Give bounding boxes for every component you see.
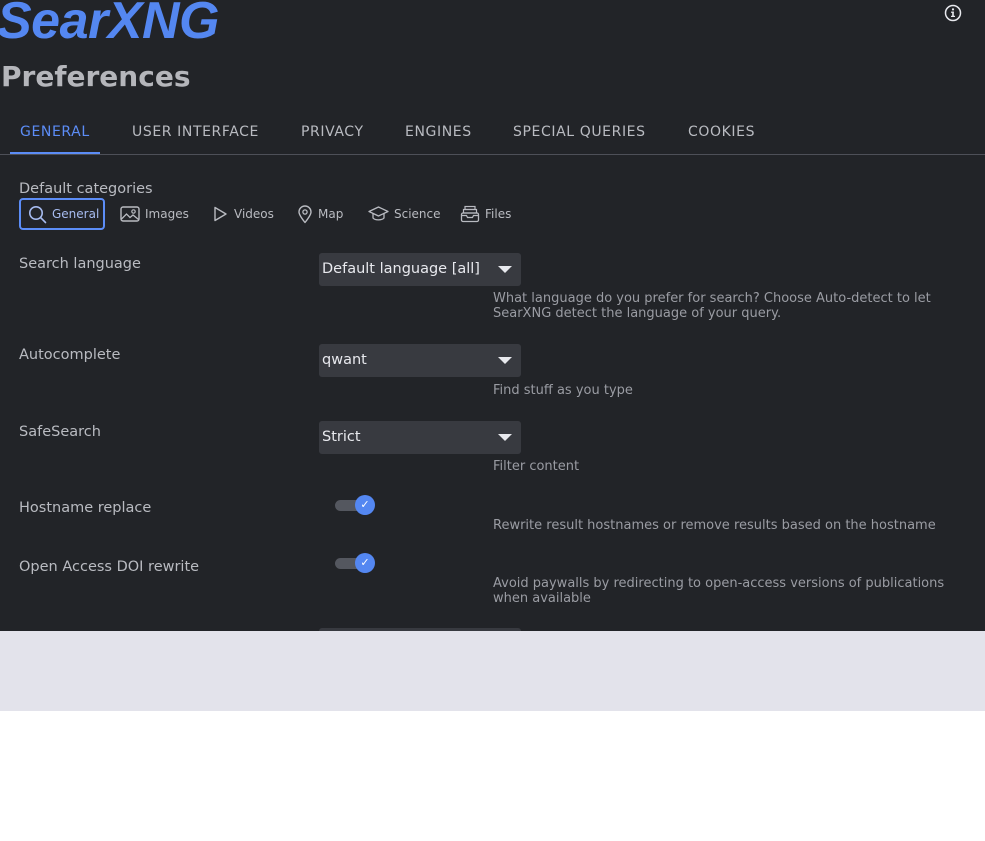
oa-doi-rewrite-toggle[interactable]: ✓ [335, 552, 377, 574]
page-footer-band [0, 631, 985, 711]
category-general[interactable]: General [19, 198, 105, 230]
preferences-tabs: GENERAL USER INTERFACE PRIVACY ENGINES S… [0, 116, 985, 155]
chevron-down-icon [498, 357, 512, 364]
search-language-value: Default language [all] [322, 261, 480, 277]
default-categories-label: Default categories [19, 181, 153, 197]
hostname-replace-description: Rewrite result hostnames or remove resul… [493, 518, 936, 533]
category-videos[interactable]: Videos [205, 198, 280, 230]
search-icon [29, 205, 47, 223]
hostname-replace-label: Hostname replace [19, 500, 152, 516]
map-pin-icon [298, 204, 312, 223]
autocomplete-label: Autocomplete [19, 347, 121, 363]
graduation-cap-icon [368, 206, 389, 221]
category-label: Map [318, 207, 344, 221]
category-label: Videos [234, 207, 274, 221]
autocomplete-description: Find stuff as you type [493, 383, 633, 398]
play-icon [214, 206, 227, 222]
category-map[interactable]: Map [291, 198, 349, 230]
search-language-select[interactable]: Default language [all] [319, 253, 521, 286]
page-title: Preferences [1, 60, 191, 93]
tab-general[interactable]: GENERAL [10, 116, 100, 154]
category-images[interactable]: Images [114, 198, 195, 230]
chevron-down-icon [498, 266, 512, 273]
checkmark-icon: ✓ [355, 495, 375, 515]
file-tray-icon [460, 205, 480, 223]
tab-privacy[interactable]: PRIVACY [291, 116, 374, 152]
oa-doi-rewrite-description: Avoid paywalls by redirecting to open-ac… [493, 576, 945, 606]
chevron-down-icon [498, 434, 512, 441]
category-files[interactable]: Files [454, 198, 517, 230]
preferences-app: SearXNG Preferences GENERAL USER INTERFA… [0, 0, 985, 631]
image-icon [120, 206, 140, 222]
tab-special-queries[interactable]: SPECIAL QUERIES [503, 116, 656, 152]
category-label: Files [485, 207, 512, 221]
tab-cookies[interactable]: COOKIES [678, 116, 765, 152]
autocomplete-value: qwant [322, 352, 367, 368]
safesearch-label: SafeSearch [19, 424, 101, 440]
search-language-description: What language do you prefer for search? … [493, 291, 931, 321]
info-icon[interactable] [944, 4, 962, 22]
safesearch-description: Filter content [493, 459, 580, 474]
autocomplete-select[interactable]: qwant [319, 344, 521, 377]
oa-doi-rewrite-label: Open Access DOI rewrite [19, 559, 200, 575]
tab-user-interface[interactable]: USER INTERFACE [122, 116, 269, 152]
search-language-label: Search language [19, 256, 141, 272]
category-science[interactable]: Science [362, 198, 447, 230]
category-label: Images [145, 207, 189, 221]
searxng-logo[interactable]: SearXNG [0, 0, 219, 51]
tab-engines[interactable]: ENGINES [395, 116, 482, 152]
safesearch-select[interactable]: Strict [319, 421, 521, 454]
category-label: General [52, 207, 100, 221]
checkmark-icon: ✓ [355, 553, 375, 573]
safesearch-value: Strict [322, 429, 361, 445]
category-label: Science [394, 207, 441, 221]
hostname-replace-toggle[interactable]: ✓ [335, 494, 377, 516]
